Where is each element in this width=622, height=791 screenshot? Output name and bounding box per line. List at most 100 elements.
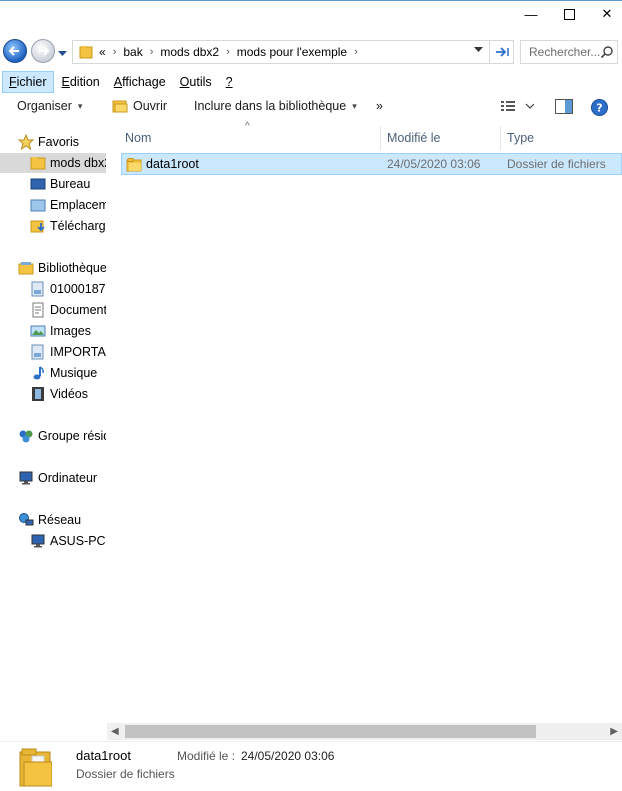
- refresh-button[interactable]: [490, 40, 514, 64]
- preview-pane-icon: [555, 99, 573, 114]
- address-dropdown-icon[interactable]: [474, 47, 483, 53]
- arrow-left-icon: [8, 46, 19, 56]
- menu-help[interactable]: ?: [220, 72, 239, 92]
- chevron-down-icon: [58, 51, 67, 56]
- nav-item-downloads[interactable]: Téléchargements: [0, 216, 106, 236]
- details-name: data1root: [76, 748, 131, 763]
- file-list: ^ Nom Modifié le Type data1root 24/05/20…: [107, 121, 622, 723]
- more-commands-button[interactable]: »: [376, 99, 383, 113]
- back-button[interactable]: [3, 39, 27, 63]
- menu-fichier[interactable]: Fichier: [2, 71, 54, 93]
- organize-label: Organiser: [17, 99, 72, 113]
- nav-favorites-label: Favoris: [38, 135, 79, 149]
- nav-homegroup[interactable]: Groupe résidentiel: [0, 426, 106, 446]
- menu-outils[interactable]: Outils: [174, 72, 218, 92]
- recent-locations-button[interactable]: [58, 46, 67, 60]
- address-bar[interactable]: « › bak › mods dbx2 › mods pour l'exempl…: [72, 40, 490, 64]
- nav-homegroup-label: Groupe résidentiel: [38, 429, 106, 443]
- forward-button[interactable]: [31, 39, 55, 63]
- chevron-right-icon[interactable]: ›: [150, 46, 154, 58]
- breadcrumb-bak[interactable]: bak: [123, 45, 142, 59]
- nav-item-label: ASUS-PC: [50, 534, 106, 548]
- refresh-icon: [495, 47, 509, 57]
- include-library-button[interactable]: Inclure dans la bibliothèque ▾: [194, 99, 357, 113]
- nav-item-label: 0100018700: [50, 282, 106, 296]
- change-view-button[interactable]: [500, 99, 535, 116]
- column-type-label: Type: [507, 131, 535, 145]
- details-modified-value: 24/05/2020 03:06: [241, 749, 335, 763]
- open-button[interactable]: Ouvrir: [112, 99, 167, 113]
- chevron-down-icon: ▾: [352, 100, 357, 111]
- breadcrumb-mods-dbx2[interactable]: mods dbx2: [160, 45, 219, 59]
- breadcrumb: « › bak › mods dbx2 › mods pour l'exempl…: [99, 45, 365, 59]
- table-row[interactable]: data1root 24/05/2020 03:06 Dossier de fi…: [121, 153, 622, 175]
- svg-text:?: ?: [596, 102, 602, 115]
- downloads-icon: [30, 218, 46, 234]
- nav-network[interactable]: Réseau: [0, 510, 106, 530]
- nav-libraries-label: Bibliothèques: [38, 261, 106, 275]
- nav-item-label: Téléchargements: [50, 219, 106, 233]
- nav-favorites[interactable]: Favoris: [0, 132, 106, 152]
- scroll-left-icon[interactable]: ◀: [111, 726, 119, 737]
- music-icon: [30, 365, 46, 381]
- more-commands-label: »: [376, 99, 383, 113]
- nav-item-label: Vidéos: [50, 387, 88, 401]
- column-header-modified[interactable]: Modifié le: [380, 126, 500, 150]
- details-view-icon: [501, 101, 535, 111]
- search-input[interactable]: Rechercher...: [520, 40, 618, 64]
- nav-item-lib-0100018700[interactable]: 0100018700: [0, 279, 106, 299]
- nav-computer[interactable]: Ordinateur: [0, 468, 106, 488]
- menu-edition[interactable]: Edition: [56, 72, 106, 92]
- homegroup-icon: [18, 428, 34, 444]
- nav-item-documents[interactable]: Documents: [0, 300, 106, 320]
- menu-affichage[interactable]: Affichage: [108, 72, 172, 92]
- column-header-type[interactable]: Type: [500, 126, 622, 150]
- breadcrumb-overflow[interactable]: «: [99, 45, 106, 59]
- details-modified-label: Modifié le :: [177, 749, 236, 763]
- folder-icon: [79, 46, 93, 59]
- library-folder-icon: [30, 281, 46, 297]
- nav-item-important[interactable]: IMPORTANT: [0, 342, 106, 362]
- close-button[interactable]: ✕: [588, 1, 622, 27]
- nav-item-recent[interactable]: Emplacements récents: [0, 195, 106, 215]
- desktop-icon: [30, 176, 46, 192]
- nav-item-label: Emplacements récents: [50, 198, 106, 212]
- scroll-right-icon[interactable]: ▶: [610, 726, 618, 737]
- nav-item-mods-dbx2[interactable]: mods dbx2: [0, 153, 106, 173]
- file-modified: 24/05/2020 03:06: [387, 157, 481, 171]
- nav-item-asus-pc[interactable]: ASUS-PC: [0, 531, 106, 551]
- maximize-icon: [563, 8, 575, 20]
- scrollbar-thumb[interactable]: [125, 725, 536, 738]
- network-icon: [18, 512, 34, 528]
- help-button[interactable]: ?: [591, 99, 608, 119]
- organize-button[interactable]: Organiser ▾: [17, 99, 82, 113]
- nav-item-images[interactable]: Images: [0, 321, 106, 341]
- nav-libraries[interactable]: Bibliothèques: [0, 258, 106, 278]
- nav-item-videos[interactable]: Vidéos: [0, 384, 106, 404]
- nav-network-label: Réseau: [38, 513, 82, 527]
- nav-item-music[interactable]: Musique: [0, 363, 106, 383]
- nav-item-label: Documents: [50, 303, 106, 317]
- search-placeholder: Rechercher...: [529, 45, 601, 59]
- chevron-right-icon[interactable]: ›: [354, 46, 358, 58]
- minimize-button[interactable]: —: [512, 1, 550, 27]
- videos-icon: [30, 386, 46, 402]
- folder-icon: [126, 158, 142, 172]
- images-icon: [30, 323, 46, 339]
- computer-icon: [30, 533, 46, 549]
- folder-icon: [19, 748, 52, 787]
- documents-icon: [30, 302, 46, 318]
- column-modified-label: Modifié le: [387, 131, 441, 145]
- title-bar: — ✕: [0, 0, 622, 28]
- horizontal-scrollbar[interactable]: ◀ ▶: [107, 723, 622, 740]
- menu-bar: Fichier Edition Affichage Outils ?: [0, 70, 622, 94]
- maximize-button[interactable]: [550, 1, 588, 27]
- column-header-name[interactable]: Nom: [119, 126, 380, 150]
- preview-pane-button[interactable]: [555, 99, 573, 117]
- nav-item-bureau[interactable]: Bureau: [0, 174, 106, 194]
- include-library-label: Inclure dans la bibliothèque: [194, 99, 347, 113]
- computer-icon: [18, 470, 34, 486]
- chevron-right-icon[interactable]: ›: [226, 46, 230, 58]
- breadcrumb-mods-pour-exemple[interactable]: mods pour l'exemple: [237, 45, 347, 59]
- star-icon: [18, 134, 34, 150]
